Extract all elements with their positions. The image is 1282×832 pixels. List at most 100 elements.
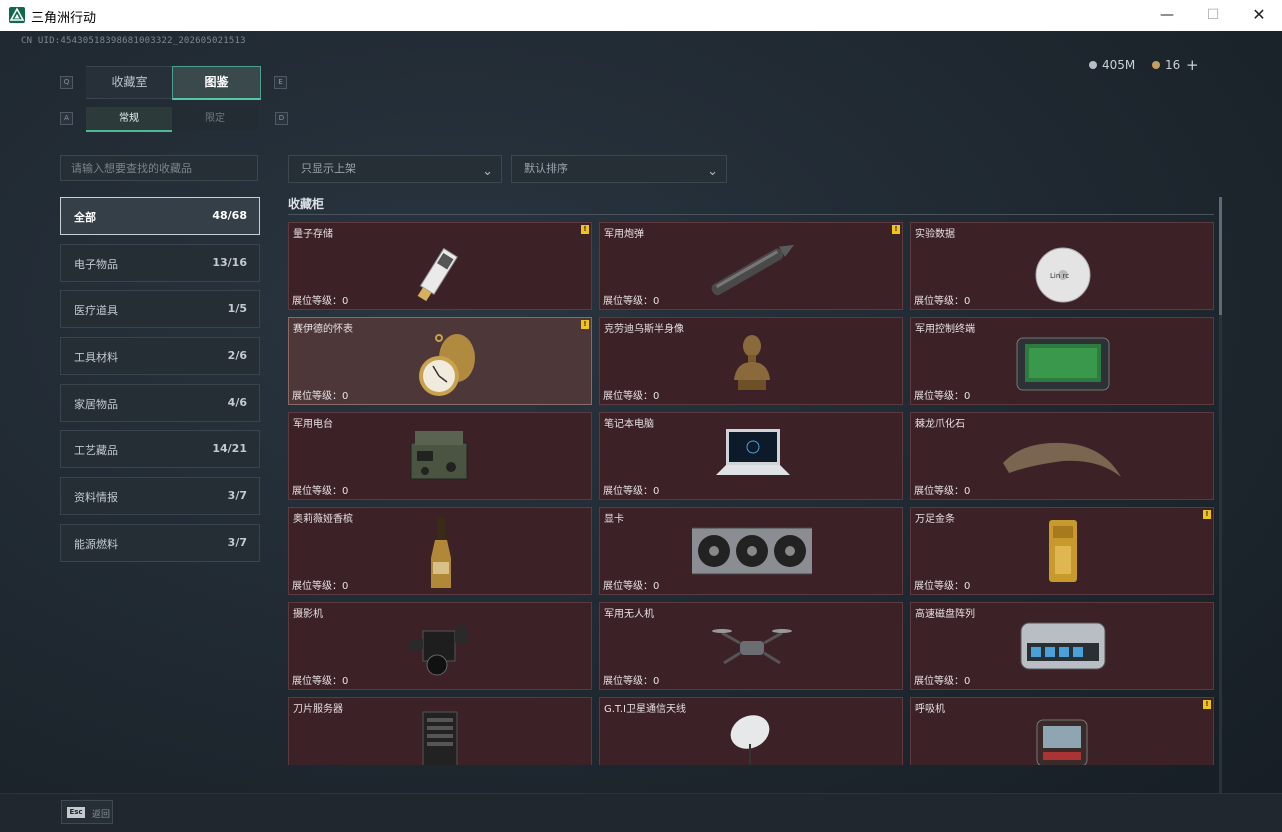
category-name: 工艺藏品 — [74, 444, 118, 457]
item-name: 奥莉薇娅香槟 — [293, 514, 353, 525]
subtab-limited[interactable]: 限定 — [172, 107, 258, 130]
add-currency-button[interactable]: + — [1186, 56, 1199, 74]
item-card[interactable]: 显卡 展位等级：0 — [599, 507, 903, 595]
item-level: 展位等级：0 — [292, 676, 349, 687]
item-level: 展位等级：0 — [603, 676, 660, 687]
search-input[interactable]: 请输入想要查找的收藏品 — [60, 155, 258, 181]
back-label: 返回 — [92, 810, 111, 820]
item-card[interactable]: 摄影机 展位等级：0 — [288, 602, 592, 690]
item-card[interactable]: 实验数据 Lin rc 展位等级：0 — [910, 222, 1214, 310]
item-name: 军用电台 — [293, 419, 333, 430]
pocket-watch-icon — [419, 334, 475, 396]
shelf-filter-value: 只显示上架 — [301, 162, 356, 175]
subtab-regular[interactable]: 常规 — [86, 107, 172, 132]
item-card[interactable]: 笔记本电脑 展位等级：0 — [599, 412, 903, 500]
sort-dropdown[interactable]: 默认排序 ⌄ — [511, 155, 727, 183]
item-name: 赛伊德的怀表 — [293, 324, 353, 335]
shelf-filter-dropdown[interactable]: 只显示上架 ⌄ — [288, 155, 502, 183]
category-intel[interactable]: 资料情报 3/7 — [60, 477, 260, 515]
category-count: 14/21 — [212, 442, 247, 455]
item-level: 展位等级：0 — [914, 676, 971, 687]
item-card[interactable]: 呼吸机 ! — [910, 697, 1214, 765]
item-name: G.T.I卫星通信天线 — [604, 704, 686, 715]
app-logo-icon — [9, 7, 25, 23]
item-level: 展位等级：0 — [603, 581, 660, 592]
maximize-button[interactable]: ☐ — [1190, 0, 1236, 31]
category-count: 48/68 — [212, 209, 247, 222]
item-card[interactable]: 棘龙爪化石 展位等级：0 — [910, 412, 1214, 500]
alert-icon: ! — [1203, 510, 1211, 519]
category-count: 13/16 — [212, 256, 247, 269]
item-card[interactable]: 刀片服务器 — [288, 697, 592, 765]
item-name: 高速磁盘阵列 — [915, 609, 975, 620]
item-name: 呼吸机 — [915, 704, 945, 715]
item-level: 展位等级：0 — [603, 486, 660, 497]
gold-bar-icon — [1049, 520, 1077, 582]
item-card[interactable]: 克劳迪乌斯半身像 展位等级：0 — [599, 317, 903, 405]
currency-silver: 405M — [1089, 58, 1135, 72]
category-name: 家居物品 — [74, 398, 118, 411]
item-level: 展位等级：0 — [292, 391, 349, 402]
close-button[interactable]: ✕ — [1236, 0, 1282, 31]
item-level: 展位等级：0 — [914, 486, 971, 497]
alert-icon: ! — [892, 225, 900, 234]
bust-statue-icon — [734, 335, 770, 390]
disc-icon: Lin rc — [1035, 247, 1091, 303]
item-level: 展位等级：0 — [914, 296, 971, 307]
item-level: 展位等级：0 — [292, 581, 349, 592]
blade-server-icon — [422, 711, 458, 765]
game-screen: CN UID:4543051839868100332​2_20260502151… — [0, 31, 1282, 832]
item-level: 展位等级：0 — [603, 391, 660, 402]
camera-icon — [409, 625, 467, 676]
player-uid: CN UID:4543051839868100332​2_20260502151… — [21, 36, 246, 46]
item-card[interactable]: 奥莉薇娅香槟 展位等级：0 — [288, 507, 592, 595]
category-medical[interactable]: 医疗道具 1/5 — [60, 290, 260, 328]
tab-collection-room[interactable]: 收藏室 — [86, 66, 173, 99]
category-tools[interactable]: 工具材料 2/6 — [60, 337, 260, 375]
item-name: 军用炮弹 — [604, 229, 644, 240]
category-name: 电子物品 — [74, 258, 118, 271]
alert-icon: ! — [581, 225, 589, 234]
subtab-regular-label: 常规 — [119, 113, 139, 124]
grid-scroll-thumb[interactable] — [1219, 197, 1222, 315]
item-name: 刀片服务器 — [293, 704, 343, 715]
tab-catalog[interactable]: 图鉴 — [172, 66, 261, 100]
item-name: 万足金条 — [915, 514, 955, 525]
alert-icon: ! — [581, 320, 589, 329]
key-hint-d: D — [275, 112, 288, 125]
key-hint-q: Q — [60, 76, 73, 89]
window-titlebar: 三角洲行动 — ☐ ✕ — [0, 0, 1282, 32]
category-fuel[interactable]: 能源燃料 3/7 — [60, 524, 260, 562]
svg-text:Lin rc: Lin rc — [1050, 272, 1069, 280]
drone-icon — [712, 629, 792, 665]
currency-silver-value: 405M — [1102, 58, 1136, 72]
item-card[interactable]: 军用无人机 展位等级：0 — [599, 602, 903, 690]
esc-key-icon: Esc — [67, 807, 85, 818]
back-button[interactable]: Esc 返回 — [61, 800, 113, 824]
champagne-bottle-icon — [431, 518, 451, 588]
item-card[interactable]: 军用控制终端 展位等级：0 — [910, 317, 1214, 405]
bottom-bar: Esc 返回 — [0, 793, 1282, 832]
minimize-button[interactable]: — — [1144, 0, 1190, 31]
category-name: 能源燃料 — [74, 538, 118, 551]
sort-value: 默认排序 — [524, 162, 568, 175]
category-electronics[interactable]: 电子物品 13/16 — [60, 244, 260, 282]
item-level: 展位等级：0 — [292, 296, 349, 307]
claw-fossil-icon — [1003, 442, 1121, 477]
disk-array-icon — [1020, 622, 1106, 670]
item-card[interactable]: 军用电台 展位等级：0 — [288, 412, 592, 500]
key-hint-e: E — [274, 76, 287, 89]
category-household[interactable]: 家居物品 4/6 — [60, 384, 260, 422]
item-card[interactable]: 万足金条 ! 展位等级：0 — [910, 507, 1214, 595]
category-crafts[interactable]: 工艺藏品 14/21 — [60, 430, 260, 468]
window-title: 三角洲行动 — [31, 11, 97, 26]
item-card[interactable]: 量子存储 ! 展位等级：0 — [288, 222, 592, 310]
item-name: 实验数据 — [915, 229, 955, 240]
section-title: 收藏柜 — [288, 197, 325, 211]
item-card[interactable]: 赛伊德的怀表 ! 展位等级：0 — [288, 317, 592, 405]
item-card[interactable]: G.T.I卫星通信天线 — [599, 697, 903, 765]
item-card[interactable]: 军用炮弹 ! 展位等级：0 — [599, 222, 903, 310]
item-card[interactable]: 高速磁盘阵列 展位等级：0 — [910, 602, 1214, 690]
item-level: 展位等级：0 — [914, 391, 971, 402]
category-all[interactable]: 全部 48/68 — [60, 197, 260, 235]
